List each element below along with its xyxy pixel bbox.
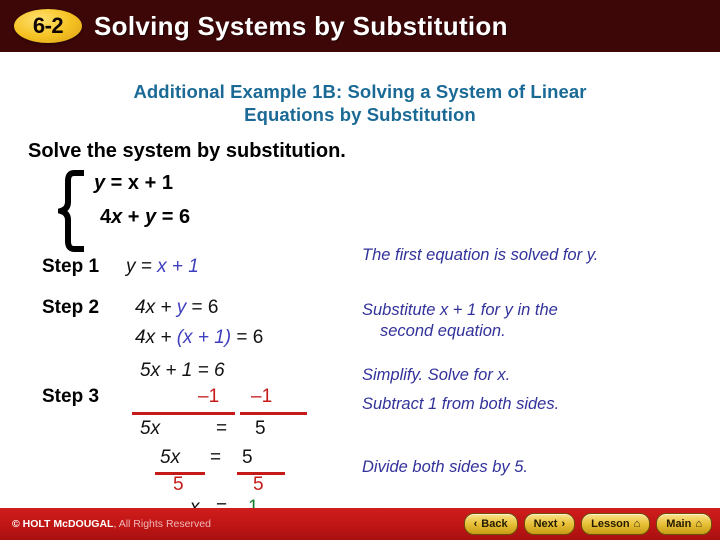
step-3-result-equals: =	[216, 418, 228, 439]
home-icon: ⌂	[695, 517, 702, 530]
step-3-simplified-text: 5x + 1 = 6	[140, 360, 225, 381]
chevron-right-icon: ›	[561, 517, 566, 530]
step-2-line2-lhs: 4x +	[135, 327, 177, 348]
divide-numerator-right: 5	[242, 447, 253, 468]
step-2-line2-rhs: = 6	[231, 327, 264, 348]
divide-equals: =	[210, 447, 222, 468]
step-2-note: Substitute x + 1 for y in the second equ…	[362, 300, 558, 342]
step-3-rule-right	[240, 412, 307, 415]
divide-numerator-left-text: 5x	[160, 447, 181, 468]
step-2-label: Step 2	[42, 297, 100, 318]
back-button[interactable]: ‹ Back	[463, 513, 518, 535]
lesson-button-label: Lesson	[591, 518, 630, 530]
step-3-subtract-left: –1	[198, 386, 220, 407]
main-button[interactable]: Main ⌂	[656, 513, 712, 535]
back-button-label: Back	[481, 518, 508, 530]
step-3-result-left: 5x	[140, 418, 160, 440]
step-2-line1-lhs: 4x +	[135, 297, 177, 318]
step-1-equation-rhs: x + 1	[157, 256, 199, 277]
next-button[interactable]: Next ›	[523, 513, 576, 535]
step-2-note-line2: second equation.	[380, 322, 506, 340]
step-2-line1-rhs: = 6	[186, 297, 219, 318]
home-icon: ⌂	[633, 517, 641, 530]
step-2-line1-substituted-var: y	[176, 297, 187, 318]
divide-numerator-left: 5x	[160, 447, 180, 469]
step-3-simplified-equation: 5x + 1 = 6	[140, 360, 225, 382]
copyright-rights: , All Rights Reserved	[113, 518, 211, 530]
chevron-left-icon: ‹	[473, 517, 478, 530]
step-1-equation-lhs: y =	[126, 256, 158, 277]
lesson-button[interactable]: Lesson ⌂	[581, 513, 651, 535]
step-1-label: Step 1	[42, 256, 100, 277]
copyright-brand: © HOLT McDOUGAL	[12, 518, 114, 530]
step-3-rule-left	[132, 412, 235, 415]
step-2-note-line1: Substitute x + 1 for y in the	[362, 301, 558, 319]
solution-work-area: Step 1 y = x + 1 The first equation is s…	[0, 0, 720, 540]
step-3-result-right: 5	[255, 418, 266, 439]
step-3-note-subtract: Subtract 1 from both sides.	[362, 395, 560, 413]
navigation-buttons: ‹ Back Next › Lesson ⌂ Main ⌂	[463, 513, 712, 535]
step-3-label: Step 3	[42, 386, 100, 407]
divide-note: Divide both sides by 5.	[362, 458, 529, 476]
step-3-result-left-text: 5x	[140, 418, 161, 439]
slide-footer: © HOLT McDOUGAL, All Rights Reserved ‹ B…	[0, 508, 720, 540]
divide-denominator-left: 5	[173, 474, 184, 495]
divide-denominator-right: 5	[253, 474, 264, 495]
step-2-equation-line1: 4x + y = 6	[135, 297, 218, 319]
step-1-equation: y = x + 1	[126, 256, 199, 278]
next-button-label: Next	[533, 518, 558, 530]
step-3-subtract-right: –1	[251, 386, 273, 407]
main-button-label: Main	[666, 518, 692, 530]
copyright-notice: © HOLT McDOUGAL, All Rights Reserved	[12, 518, 211, 530]
step-2-line2-substitution: (x + 1)	[176, 327, 232, 348]
step-3-note-simplify: Simplify. Solve for x.	[362, 366, 511, 384]
step-1-note: The first equation is solved for y.	[362, 246, 599, 264]
step-2-equation-line2: 4x + (x + 1) = 6	[135, 327, 263, 349]
